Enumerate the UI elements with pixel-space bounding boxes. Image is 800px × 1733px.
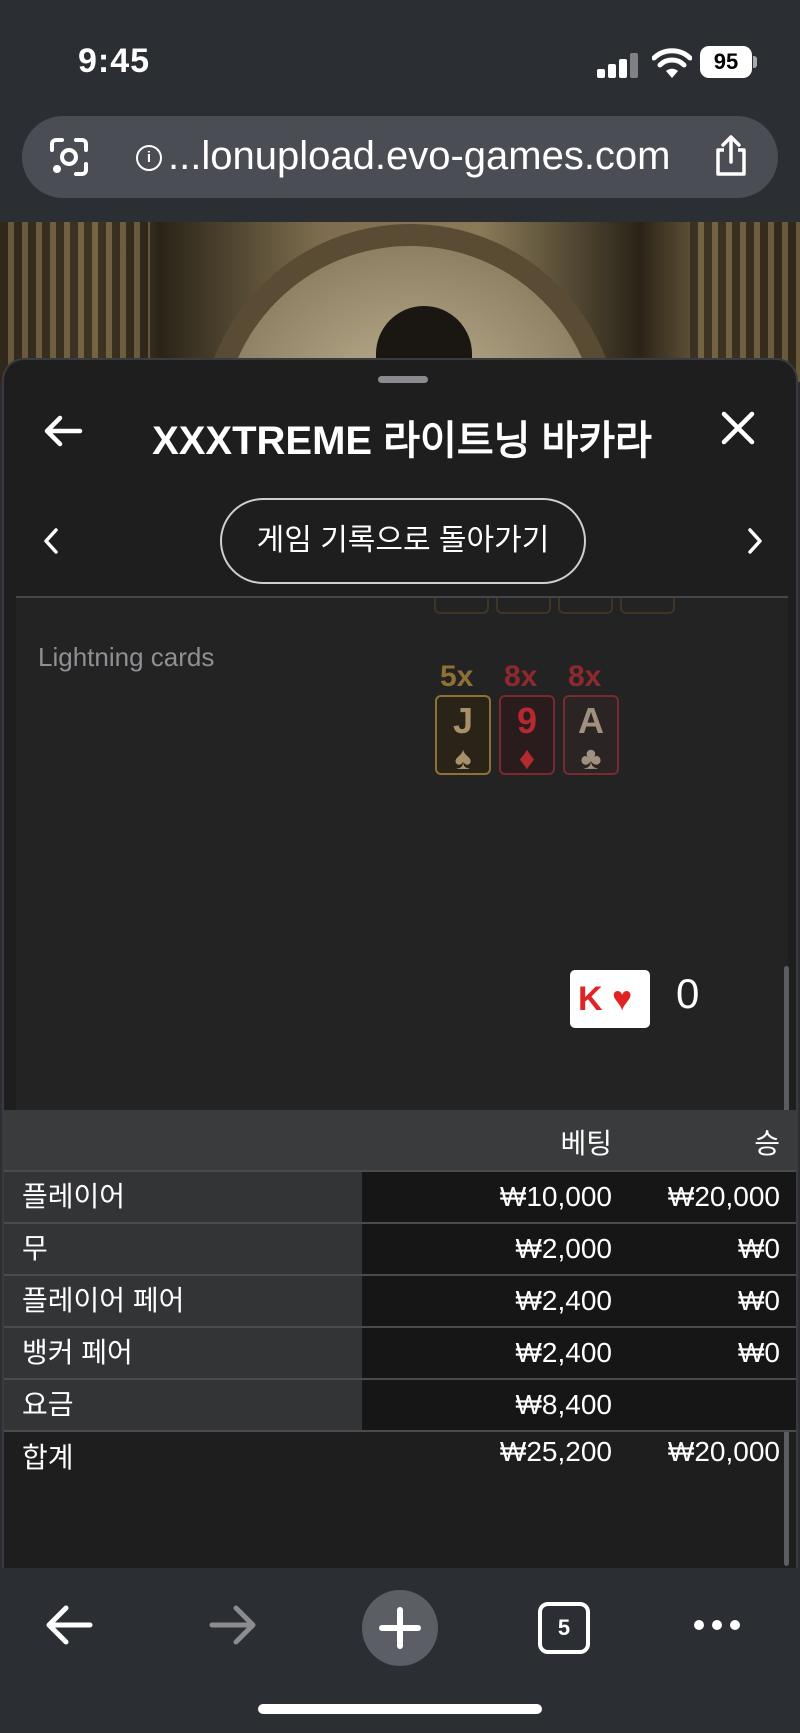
- new-tab-button[interactable]: [362, 1590, 438, 1666]
- table-row: 무 ₩2,000 ₩0: [4, 1222, 796, 1274]
- drag-handle[interactable]: [378, 376, 428, 383]
- battery-level: 95: [700, 46, 752, 78]
- address-bar[interactable]: i ...lonupload.evo-games.com: [22, 116, 778, 198]
- table-row: 요금 ₩8,400: [4, 1378, 796, 1430]
- back-to-history-button[interactable]: 게임 기록으로 돌아가기: [220, 498, 586, 584]
- lightning-cards-label: Lightning cards: [38, 642, 215, 672]
- panel-header: XXXTREME 라이트닝 바카라: [4, 390, 796, 470]
- google-lens-icon[interactable]: [46, 134, 92, 180]
- lightning-card: A ♣: [563, 695, 619, 775]
- battery-icon: 95: [700, 46, 757, 78]
- chevron-right-icon[interactable]: [744, 526, 766, 556]
- table-row: 플레이어 페어 ₩2,400 ₩0: [4, 1274, 796, 1326]
- more-options-icon[interactable]: [690, 1598, 744, 1652]
- plus-icon: [379, 1607, 421, 1649]
- lightning-multiplier: 8x: [568, 660, 602, 693]
- banker-card-sideways: K ♥: [570, 970, 650, 1028]
- lightning-multiplier: 5x: [440, 660, 474, 693]
- table-total-row: 합계 ₩25,200 ₩20,000: [4, 1430, 796, 1490]
- bet-results-table: 베팅 승 플레이어 ₩10,000 ₩20,000 무 ₩2,000 ₩0 플레…: [4, 1110, 796, 1490]
- lightning-multiplier: 8x: [504, 660, 538, 693]
- lightning-card: 9 ♦: [499, 695, 555, 775]
- back-arrow-icon[interactable]: [42, 1598, 96, 1652]
- game-history-panel: XXXTREME 라이트닝 바카라 게임 기록으로 돌아가기 Lightning…: [2, 358, 798, 1568]
- previous-cards-cutoff: [434, 598, 682, 618]
- wifi-icon: [652, 48, 692, 78]
- header-win: 승: [754, 1128, 780, 1159]
- table-row: 플레이어 ₩10,000 ₩20,000: [4, 1170, 796, 1222]
- header-bet: 베팅: [560, 1128, 612, 1159]
- home-indicator: [258, 1704, 542, 1714]
- close-icon[interactable]: [718, 408, 758, 448]
- back-arrow-icon[interactable]: [42, 410, 84, 452]
- forward-arrow-icon[interactable]: [206, 1598, 260, 1652]
- cellular-signal-icon: [597, 52, 639, 78]
- banker-score: 0: [676, 970, 700, 1017]
- panel-title: XXXTREME 라이트닝 바카라: [152, 419, 652, 463]
- lightning-card: J ♠: [435, 695, 491, 775]
- url-text[interactable]: ...lonupload.evo-games.com: [168, 134, 671, 179]
- share-icon[interactable]: [708, 134, 754, 180]
- table-row: 뱅커 페어 ₩2,400 ₩0: [4, 1326, 796, 1378]
- status-time: 9:45: [78, 42, 151, 80]
- chevron-left-icon[interactable]: [40, 526, 62, 556]
- tab-switcher-button[interactable]: 5: [538, 1602, 590, 1654]
- site-info-icon[interactable]: i: [136, 145, 162, 171]
- status-bar: 9:45 95: [0, 0, 800, 112]
- table-header: 베팅 승: [4, 1110, 796, 1170]
